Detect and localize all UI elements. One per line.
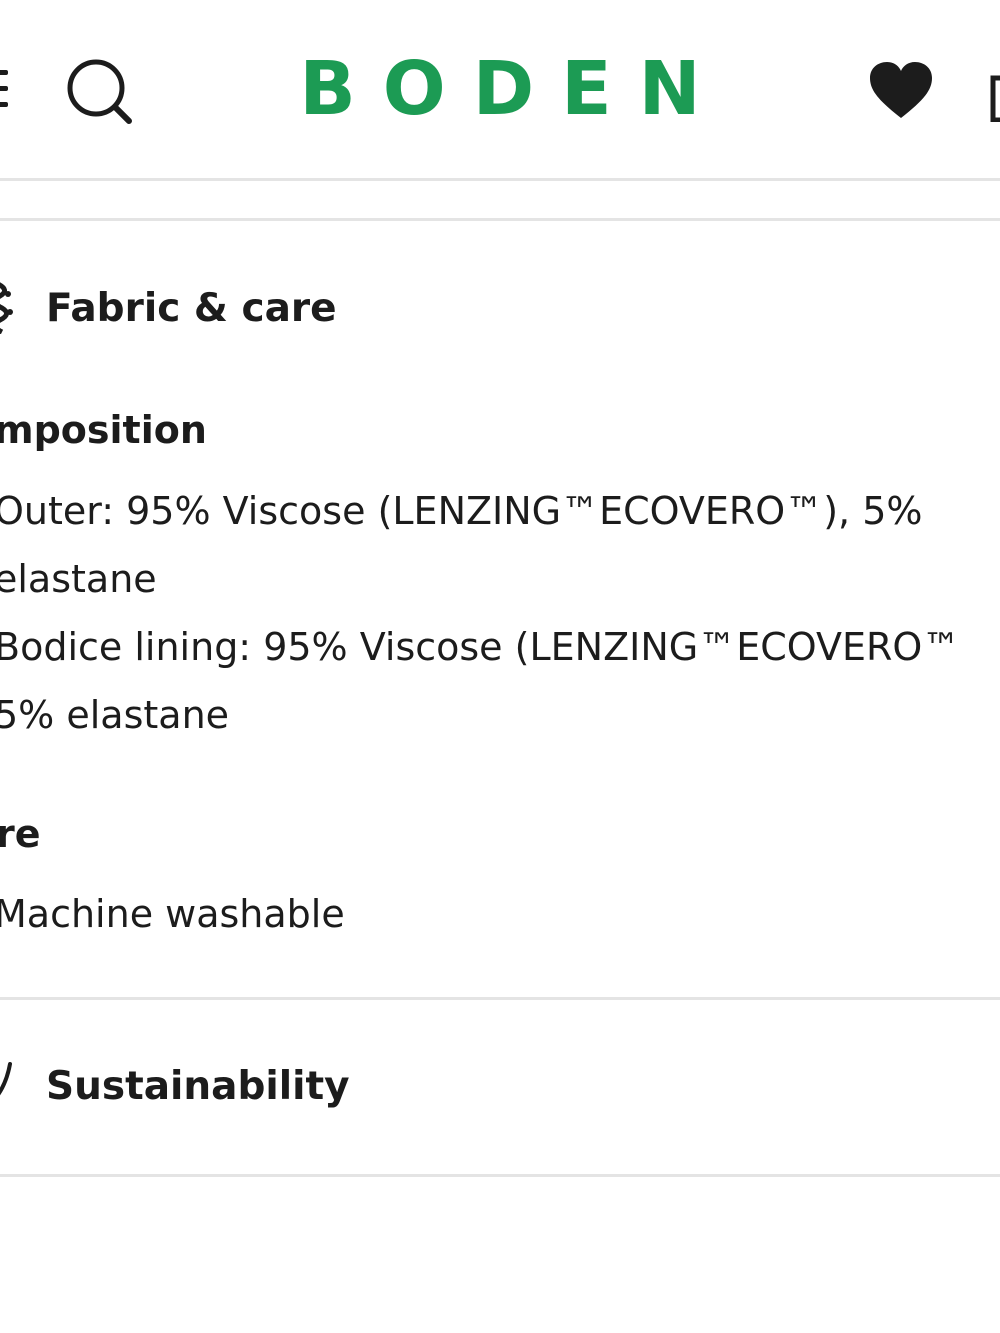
section-divider — [0, 997, 1000, 1000]
composition-line: 5% elastane — [0, 693, 230, 737]
fabric-icon — [0, 282, 13, 334]
composition-line: Outer: 95% Viscose (LENZING™ECOVERO™), 5… — [0, 489, 923, 533]
bag-icon[interactable] — [990, 68, 1000, 122]
section-divider — [0, 1174, 1000, 1177]
heart-icon[interactable] — [868, 60, 934, 120]
sustainability-heading[interactable]: Sustainability — [46, 1064, 350, 1109]
header-divider — [0, 178, 1000, 181]
site-header: BODEN — [0, 0, 1000, 180]
brand-logo[interactable]: BODEN — [250, 44, 750, 134]
composition-heading: mposition — [0, 408, 207, 452]
composition-line: Bodice lining: 95% Viscose (LENZING™ECOV… — [0, 625, 961, 669]
leaf-icon — [0, 1062, 12, 1096]
section-divider — [0, 218, 1000, 221]
care-heading: re — [0, 812, 41, 856]
care-line: Machine washable — [0, 892, 345, 936]
menu-icon[interactable] — [0, 70, 10, 108]
fabric-care-heading[interactable]: Fabric & care — [46, 286, 337, 331]
composition-line: elastane — [0, 557, 157, 601]
search-icon[interactable] — [66, 58, 134, 126]
